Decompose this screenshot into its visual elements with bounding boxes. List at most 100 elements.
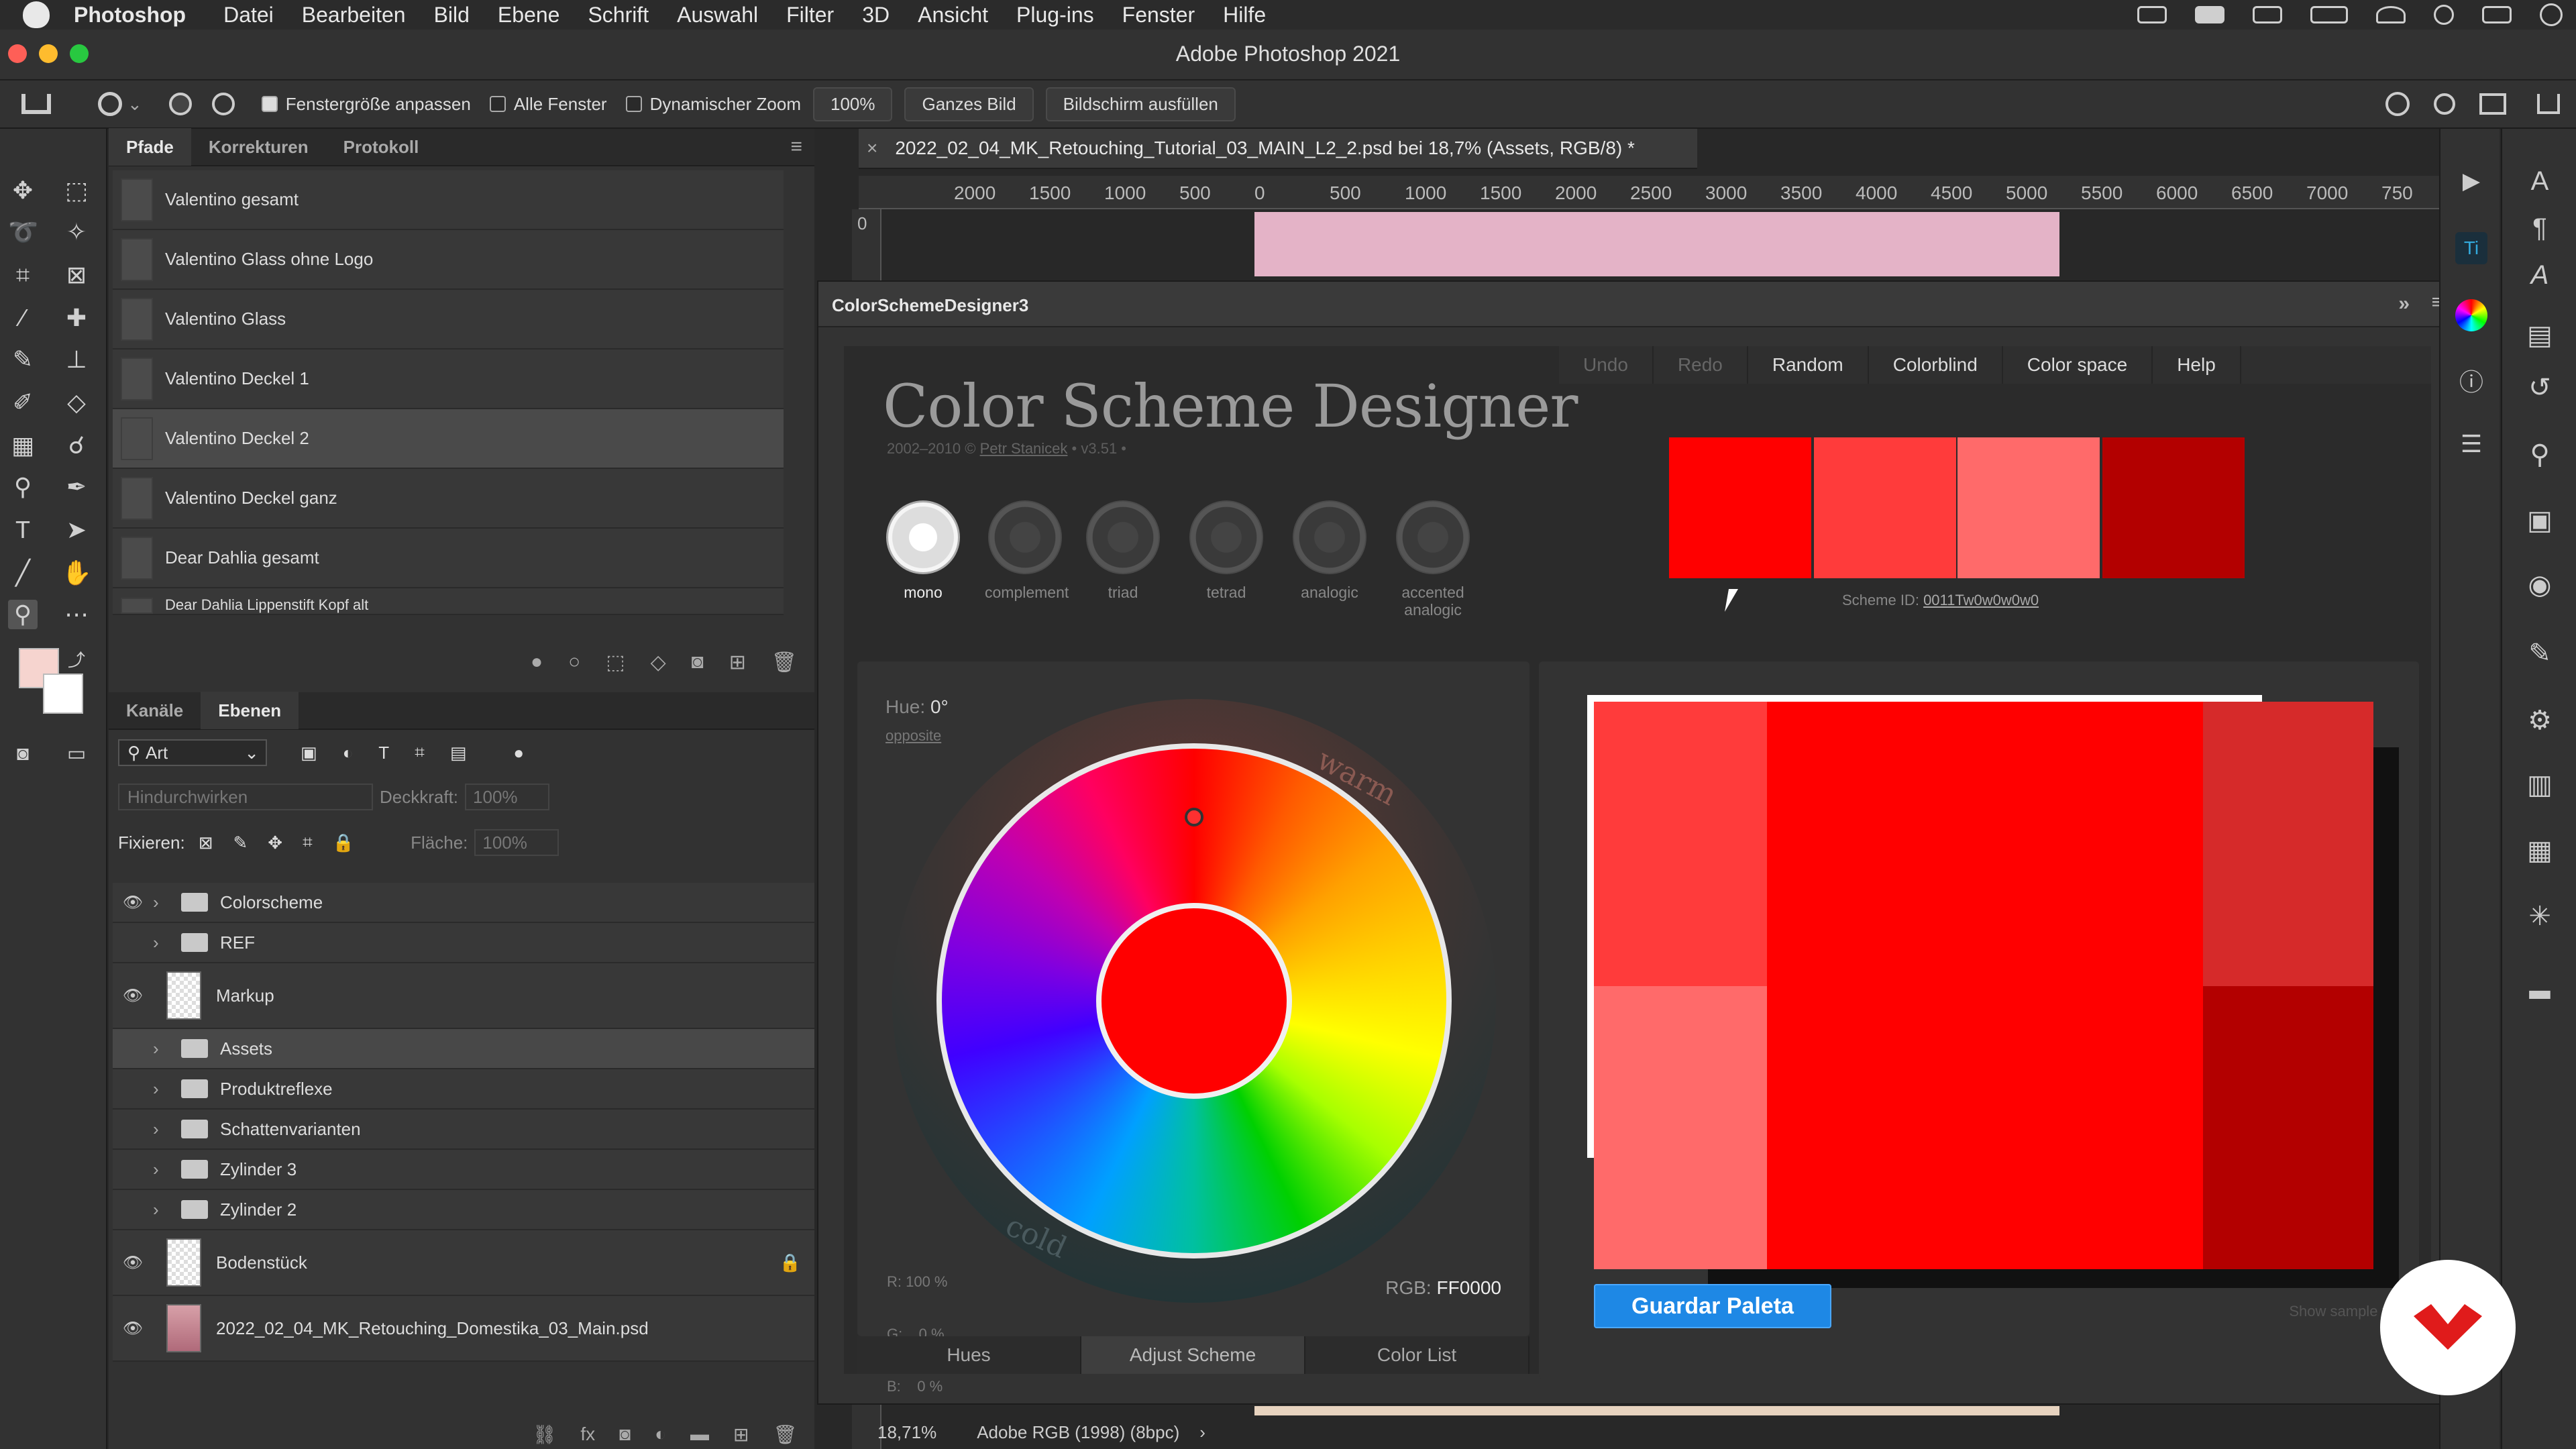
- list-item[interactable]: Valentino Deckel 2: [113, 409, 784, 469]
- workspace-icon[interactable]: [2479, 93, 2506, 115]
- tab-adjust-scheme[interactable]: Adjust Scheme: [1081, 1336, 1305, 1374]
- pen-tool-icon[interactable]: ✒: [62, 472, 91, 502]
- chevron-down-icon[interactable]: ⌄: [127, 94, 142, 115]
- scheme-id-link[interactable]: 0011Tw0w0w0w0: [1923, 592, 2039, 608]
- table-row[interactable]: 👁 › Colorscheme: [113, 883, 814, 923]
- color-wheel[interactable]: warm cold: [885, 692, 1503, 1309]
- list-item[interactable]: Valentino Deckel ganz: [113, 469, 784, 529]
- background-color-swatch[interactable]: [43, 674, 83, 714]
- fill-path-icon[interactable]: ●: [531, 651, 543, 674]
- mode-complement[interactable]: complement: [985, 500, 1069, 602]
- control-center-icon[interactable]: [2482, 6, 2512, 23]
- clock-icon[interactable]: [2540, 3, 2563, 26]
- filter-smart-icon[interactable]: ▤: [450, 743, 467, 763]
- menu-hilfe[interactable]: Hilfe: [1223, 3, 1266, 28]
- add-mask-icon[interactable]: ◙: [692, 651, 704, 674]
- share-icon[interactable]: [2537, 94, 2560, 114]
- document-tab[interactable]: × 2022_02_04_MK_Retouching_Tutorial_03_M…: [859, 129, 1697, 169]
- eye-icon[interactable]: 👁: [113, 1253, 153, 1273]
- tables-icon[interactable]: ▦: [2524, 835, 2556, 867]
- eyedropper-icon[interactable]: ⁄: [8, 303, 38, 333]
- lock-artboard-icon[interactable]: ⌗: [303, 832, 313, 853]
- move-tool-icon[interactable]: ✥: [8, 176, 38, 205]
- menu-fenster[interactable]: Fenster: [1122, 3, 1195, 28]
- type-tool-icon[interactable]: T: [8, 515, 38, 545]
- chevron-right-icon[interactable]: ›: [153, 1079, 173, 1099]
- battery-icon[interactable]: [2310, 6, 2348, 23]
- menu-schrift[interactable]: Schrift: [588, 3, 649, 28]
- list-item[interactable]: Valentino gesamt: [113, 170, 784, 230]
- mode-accented-analogic[interactable]: accented analogic: [1393, 500, 1473, 619]
- chevron-right-icon[interactable]: ›: [153, 892, 173, 913]
- tab-adjustments[interactable]: Korrekturen: [191, 128, 326, 166]
- save-palette-button[interactable]: Guardar Paleta: [1594, 1284, 1831, 1328]
- layer-filter-select[interactable]: ⚲ Art ⌄: [118, 739, 267, 766]
- fit-window-checkbox[interactable]: Fenstergröße anpassen: [261, 94, 471, 115]
- frame-tool-icon[interactable]: ⊠: [62, 260, 91, 290]
- character-icon[interactable]: A: [2524, 165, 2556, 197]
- tab-history[interactable]: Protokoll: [326, 128, 437, 166]
- tab-channels[interactable]: Kanäle: [109, 692, 201, 729]
- swatch-dark[interactable]: [2102, 437, 2245, 578]
- colorblind-button[interactable]: Colorblind: [1869, 346, 2003, 384]
- eye-icon[interactable]: 👁: [113, 893, 153, 912]
- crop-tool-icon[interactable]: ⌗: [8, 260, 38, 290]
- redo-button[interactable]: Redo: [1654, 346, 1748, 384]
- learn-icon[interactable]: [2385, 92, 2410, 116]
- adjustments-icon[interactable]: ☰: [2455, 428, 2487, 460]
- properties-icon[interactable]: ⚙: [2524, 704, 2556, 737]
- line-tool-icon[interactable]: ╱: [8, 558, 38, 588]
- layer-comps-icon[interactable]: ▥: [2524, 769, 2556, 801]
- play-icon[interactable]: ▶: [2455, 165, 2487, 197]
- chevron-right-icon[interactable]: ›: [1199, 1422, 1205, 1443]
- search-icon[interactable]: [2434, 5, 2454, 25]
- dynamic-zoom-checkbox[interactable]: Dynamischer Zoom: [625, 94, 801, 115]
- lock-all-icon[interactable]: 🔒: [333, 833, 354, 853]
- table-row[interactable]: 👁 2022_02_04_MK_Retouching_Domestika_03_M…: [113, 1296, 814, 1362]
- color-wheel-icon[interactable]: [2455, 299, 2487, 331]
- lock-transparent-icon[interactable]: ⊠: [199, 833, 213, 853]
- tab-paths[interactable]: Pfade: [109, 128, 191, 166]
- apple-icon[interactable]: [23, 1, 50, 28]
- new-path-icon[interactable]: ⊞: [729, 651, 746, 674]
- menu-auswahl[interactable]: Auswahl: [677, 3, 758, 28]
- quick-mask-icon[interactable]: ◙: [8, 739, 38, 769]
- mode-triad[interactable]: triad: [1083, 500, 1163, 602]
- zoom-tool-icon[interactable]: [98, 92, 122, 116]
- filter-type-icon[interactable]: T: [378, 743, 389, 763]
- tab-color-list[interactable]: Color List: [1305, 1336, 1529, 1374]
- mode-mono[interactable]: mono: [883, 500, 963, 602]
- chevron-right-icon[interactable]: ›: [153, 1159, 173, 1180]
- history-icon[interactable]: ↺: [2524, 372, 2556, 404]
- add-mask-icon[interactable]: ◙: [619, 1424, 631, 1445]
- keyboard-icon[interactable]: [2253, 6, 2282, 23]
- zoom-level[interactable]: 18,71%: [877, 1422, 936, 1443]
- stroke-path-icon[interactable]: ○: [568, 651, 580, 674]
- adjustment-layer-icon[interactable]: ◐: [655, 1424, 666, 1445]
- zoom-value-field[interactable]: 100%: [812, 87, 893, 121]
- eye-icon[interactable]: 👁: [113, 986, 153, 1006]
- magic-wand-icon[interactable]: ✧: [62, 217, 91, 247]
- screen-mirror-icon[interactable]: [2137, 6, 2167, 23]
- all-windows-checkbox[interactable]: Alle Fenster: [489, 94, 607, 115]
- path-select-icon[interactable]: ➤: [62, 515, 91, 545]
- chevron-right-icon[interactable]: ›: [153, 1119, 173, 1140]
- hand-tool-icon[interactable]: ✋: [62, 558, 92, 588]
- info-icon[interactable]: ⓘ: [2455, 366, 2487, 398]
- menu-ansicht[interactable]: Ansicht: [918, 3, 988, 28]
- paragraph-icon[interactable]: ¶: [2524, 212, 2556, 244]
- table-row[interactable]: › Zylinder 2: [113, 1190, 814, 1230]
- plugin-ti-icon[interactable]: Ti: [2455, 232, 2487, 264]
- fill-field[interactable]: 100%: [474, 829, 559, 856]
- new-group-icon[interactable]: ▬: [690, 1424, 709, 1445]
- menu-datei[interactable]: Datei: [223, 3, 274, 28]
- home-icon[interactable]: [21, 94, 51, 114]
- gradient-tool-icon[interactable]: ▦: [8, 431, 38, 460]
- panel-menu-icon[interactable]: ≡: [790, 136, 802, 158]
- table-row[interactable]: › REF: [113, 923, 814, 963]
- lasso-tool-icon[interactable]: ➰: [8, 217, 38, 247]
- mode-analogic[interactable]: analogic: [1289, 500, 1370, 602]
- zoom-tool-icon[interactable]: ⚲: [8, 600, 38, 629]
- trash-icon[interactable]: 🗑: [771, 651, 797, 674]
- stamp-tool-icon[interactable]: ⊥: [62, 345, 91, 374]
